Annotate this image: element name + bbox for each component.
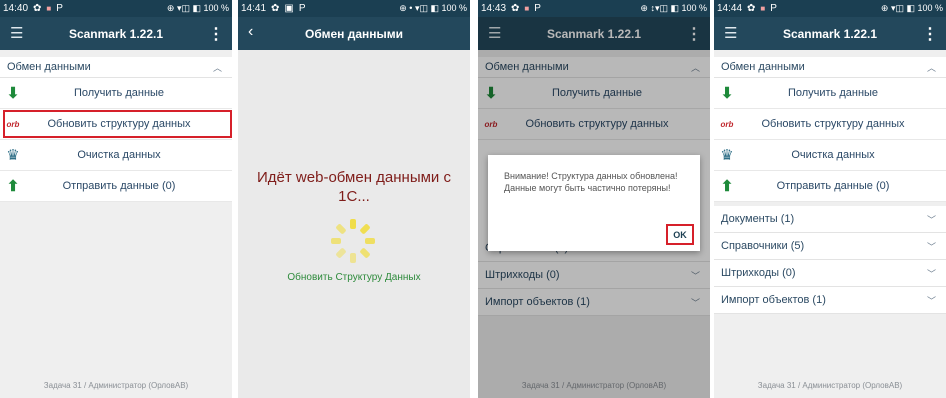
action-label: Отправить данные (0) bbox=[62, 180, 176, 192]
more-menu-icon[interactable]: ⋮ bbox=[208, 24, 224, 44]
group-label: Штрихкоды (0) bbox=[721, 267, 796, 279]
section-title: Обмен данными bbox=[721, 61, 805, 73]
group-references[interactable]: Справочники (5) ﹀ bbox=[714, 233, 946, 260]
send-data-button[interactable]: ⬆ Отправить данные (0) bbox=[714, 171, 946, 202]
status-time: 14:41 bbox=[241, 3, 267, 14]
status-icons: ⊕ ▾◫ ◧ 100 % bbox=[166, 3, 229, 13]
p-icon: P bbox=[534, 3, 541, 14]
footer-user: Задача 31 / Администратор (ОрловАВ) bbox=[43, 381, 189, 390]
settings-icon: ✿ bbox=[511, 3, 520, 14]
app-title: Scanmark 1.22.1 bbox=[68, 26, 164, 41]
get-data-button[interactable]: ⬇ Получить данные bbox=[0, 78, 232, 109]
screen-4: 14:44 ✿ ■ P ⊕ ▾◫ ◧ 100 % ☰ Scanmark 1.22.1 … bbox=[714, 0, 946, 398]
action-label: Обновить структуру данных bbox=[761, 118, 905, 130]
chevron-up-icon: ︿ bbox=[212, 62, 222, 73]
chevron-down-icon: ﹀ bbox=[926, 214, 936, 225]
status-bar: 14:44 ✿ ■ P ⊕ ▾◫ ◧ 100 % bbox=[714, 0, 946, 17]
section-header-exchange[interactable]: Обмен данными ︿ bbox=[714, 57, 946, 78]
image-icon: ▣ bbox=[284, 3, 294, 14]
status-icons: ⊕ • ▾◫ ◧ 100 % bbox=[399, 3, 467, 13]
group-label: Справочники (5) bbox=[721, 240, 805, 252]
clear-data-button[interactable]: ♛ Очистка данных bbox=[714, 140, 946, 171]
group-label: Импорт объектов (1) bbox=[721, 294, 826, 306]
alert-dialog: Внимание! Структура данных обновлена! Да… bbox=[488, 155, 700, 251]
notification-icon: ■ bbox=[760, 4, 766, 13]
group-label: Документы (1) bbox=[721, 213, 795, 225]
clear-data-button[interactable]: ♛ Очистка данных bbox=[0, 140, 232, 171]
p-icon: P bbox=[56, 3, 63, 14]
group-import-objects[interactable]: Импорт объектов (1) ﹀ bbox=[714, 287, 946, 314]
settings-icon: ✿ bbox=[271, 3, 280, 14]
sync-icon: orb bbox=[720, 119, 734, 129]
trash-icon: ♛ bbox=[6, 147, 20, 164]
status-icons: ⊕ ▾◫ ◧ 100 % bbox=[880, 3, 943, 13]
update-structure-button[interactable]: orb Обновить структуру данных bbox=[714, 109, 946, 140]
hamburger-menu-icon[interactable]: ☰ bbox=[10, 26, 23, 41]
app-bar: ☰ Scanmark 1.22.1 ⋮ bbox=[714, 17, 946, 50]
screen-1: 14:40 ✿ ■ P ⊕ ▾◫ ◧ 100 % ☰ Scanmark 1.22.1 … bbox=[0, 0, 232, 398]
action-label: Получить данные bbox=[73, 87, 165, 99]
app-bar: ☰ Scanmark 1.22.1 ⋮ bbox=[0, 17, 232, 50]
upload-icon: ⬆ bbox=[720, 178, 734, 195]
section-header-exchange[interactable]: Обмен данными ︿ bbox=[0, 57, 232, 78]
p-icon: P bbox=[298, 3, 306, 14]
action-label: Очистка данных bbox=[791, 149, 875, 161]
screen-3: 14:43 ✿ ■ P ⊕ ↕▾◫ ◧ 100 % ☰ Scanmark 1.22.1… bbox=[478, 0, 710, 398]
chevron-down-icon: ﹀ bbox=[926, 241, 936, 252]
footer-user: Задача 31 / Администратор (ОрловАВ) bbox=[757, 381, 903, 390]
p-icon: P bbox=[770, 3, 777, 14]
sync-message: Идёт web-обмен данными с 1С... bbox=[257, 169, 451, 205]
status-time: 14:43 bbox=[481, 3, 507, 14]
section-title: Обмен данными bbox=[7, 61, 91, 73]
action-label: Обновить структуру данных bbox=[47, 118, 191, 130]
status-bar: 14:41 ✿ ▣ P ⊕ • ▾◫ ◧ 100 % bbox=[238, 0, 470, 17]
upload-icon: ⬆ bbox=[6, 178, 20, 195]
sync-operation-label: Обновить Структуру Данных bbox=[287, 272, 421, 283]
back-arrow-icon[interactable]: ‹ bbox=[248, 23, 253, 41]
send-data-button[interactable]: ⬆ Отправить данные (0) bbox=[0, 171, 232, 202]
group-documents[interactable]: Документы (1) ﹀ bbox=[714, 206, 946, 233]
trash-icon: ♛ bbox=[720, 147, 734, 164]
hamburger-menu-icon[interactable]: ☰ bbox=[724, 26, 737, 41]
notification-icon: ■ bbox=[524, 4, 530, 13]
download-icon: ⬇ bbox=[6, 85, 20, 102]
notification-icon: ■ bbox=[46, 4, 52, 13]
screen-title: Обмен данными bbox=[304, 26, 403, 41]
more-menu-icon[interactable]: ⋮ bbox=[922, 24, 938, 44]
settings-icon: ✿ bbox=[33, 3, 42, 14]
update-structure-button[interactable]: orb Обновить структуру данных bbox=[0, 109, 232, 140]
chevron-up-icon: ︿ bbox=[926, 62, 936, 73]
status-time: 14:44 bbox=[717, 3, 743, 14]
app-bar: ‹ Обмен данными bbox=[238, 17, 470, 50]
status-icons: ⊕ ↕▾◫ ◧ 100 % bbox=[640, 3, 707, 13]
group-barcodes[interactable]: Штрихкоды (0) ﹀ bbox=[714, 260, 946, 287]
loading-spinner-icon bbox=[331, 219, 375, 263]
settings-icon: ✿ bbox=[747, 3, 756, 14]
action-label: Отправить данные (0) bbox=[776, 180, 890, 192]
status-bar: 14:40 ✿ ■ P ⊕ ▾◫ ◧ 100 % bbox=[0, 0, 232, 17]
get-data-button[interactable]: ⬇ Получить данные bbox=[714, 78, 946, 109]
status-bar: 14:43 ✿ ■ P ⊕ ↕▾◫ ◧ 100 % bbox=[478, 0, 710, 17]
ok-button[interactable]: OK bbox=[666, 224, 694, 245]
action-label: Очистка данных bbox=[77, 149, 161, 161]
download-icon: ⬇ bbox=[720, 85, 734, 102]
action-label: Получить данные bbox=[787, 87, 879, 99]
app-title: Scanmark 1.22.1 bbox=[782, 26, 878, 41]
dialog-message: Внимание! Структура данных обновлена! Да… bbox=[504, 171, 678, 193]
chevron-down-icon: ﹀ bbox=[926, 295, 936, 306]
chevron-down-icon: ﹀ bbox=[926, 268, 936, 279]
sync-icon: orb bbox=[6, 119, 20, 129]
status-time: 14:40 bbox=[3, 3, 29, 14]
screen-2: 14:41 ✿ ▣ P ⊕ • ▾◫ ◧ 100 % ‹ Обмен данными … bbox=[238, 0, 470, 398]
